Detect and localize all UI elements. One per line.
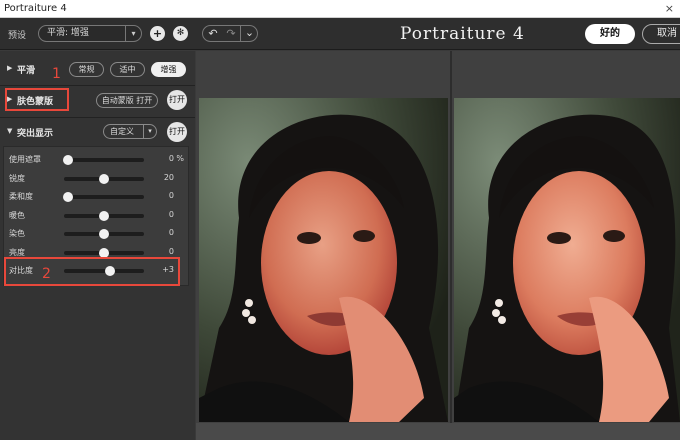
slider-value: 0 [168, 228, 174, 237]
smoothing-normal-button[interactable]: 常规 [69, 62, 104, 77]
slider-unit: % [176, 154, 184, 163]
slider-label: 染色 [9, 229, 25, 238]
preset-select-value: 平滑: 增强 [47, 28, 89, 38]
chevron-down-icon: ▾ [125, 26, 141, 41]
slider-thumb[interactable] [99, 229, 109, 239]
annotation-number: 2 [42, 266, 51, 282]
app-logo: Portraiture 4 [400, 24, 525, 44]
slider-row: 使用遮罩 0% [4, 151, 190, 169]
slider-label: 柔和度 [9, 192, 33, 201]
chevron-down-icon: ▾ [143, 125, 156, 138]
ok-button[interactable]: 好的 [585, 24, 635, 44]
add-preset-button[interactable]: + [150, 26, 165, 41]
undo-redo-group: ↶ ↷ ⌄ [202, 25, 258, 42]
window-title: Portraiture 4 [4, 3, 67, 14]
annotation-box-contrast [4, 257, 180, 286]
slider-label: 使用遮罩 [9, 155, 41, 164]
slider-track[interactable] [63, 155, 144, 165]
slider-track[interactable] [64, 210, 144, 221]
undo-icon[interactable]: ↶ [204, 27, 222, 40]
slider-track[interactable] [64, 229, 144, 239]
close-icon[interactable]: × [665, 2, 674, 15]
slider-track[interactable] [64, 173, 144, 184]
divider [0, 117, 195, 118]
slider-value: 0 [168, 191, 174, 200]
slider-row: 染色 0 [4, 225, 190, 243]
collapse-triangle-icon[interactable]: ▶ [7, 64, 12, 72]
skin-mask-toggle[interactable]: 打开 [167, 90, 187, 110]
slider-value: 0 [168, 246, 174, 256]
slider-label: 亮度 [9, 247, 25, 257]
toolbar: 预设 平滑: 增强 ▾ + ✻ ↶ ↷ ⌄ Portraiture 4 好的 取… [0, 18, 680, 50]
slider-row: 锐度 20 [4, 170, 190, 188]
preview-status-bar [196, 423, 680, 440]
smoothing-medium-button[interactable]: 适中 [110, 62, 145, 77]
expand-triangle-icon[interactable]: ▼ [7, 127, 12, 135]
enhancement-title: 突出显示 [17, 129, 54, 139]
slider-value: 20 [163, 172, 174, 182]
after-photo [454, 98, 680, 422]
slider-thumb[interactable] [99, 210, 109, 221]
slider-row: 柔和度 0 [4, 188, 190, 206]
divider [0, 85, 195, 86]
smoothing-title: 平滑 [17, 66, 36, 76]
title-bar: Portraiture 4 × [0, 0, 680, 18]
preset-label: 预设 [8, 31, 27, 41]
slider-value: 0 [168, 209, 174, 219]
cancel-button[interactable]: 取消 [642, 24, 680, 44]
slider-thumb[interactable] [63, 192, 73, 202]
split-divider[interactable] [450, 51, 452, 440]
annotation-box-skin-mask [5, 88, 69, 111]
redo-icon[interactable]: ↷ [222, 27, 240, 40]
history-chevron-icon[interactable]: ⌄ [240, 26, 258, 41]
enhancement-preset-select[interactable]: 自定义 ▾ [103, 124, 157, 139]
slider-thumb[interactable] [63, 155, 73, 165]
enhancement-toggle[interactable]: 打开 [167, 122, 187, 142]
annotation-number: 1 [52, 66, 61, 82]
slider-label: 锐度 [9, 173, 25, 183]
slider-track[interactable] [63, 192, 144, 202]
auto-mask-button[interactable]: 自动蒙版 打开 [96, 93, 158, 108]
portrait-image [454, 98, 680, 422]
before-photo [199, 98, 448, 422]
preset-select[interactable]: 平滑: 增强 ▾ [38, 25, 142, 42]
smoothing-strong-button[interactable]: 增强 [151, 62, 186, 77]
slider-row: 暖色 0 [4, 207, 190, 225]
portrait-image [199, 98, 448, 422]
slider-track[interactable] [64, 247, 144, 258]
smoothing-section: ▶ 平滑 常规 适中 增强 [0, 59, 195, 85]
enhancement-section: ▼ 突出显示 打开 [0, 120, 195, 146]
slider-thumb[interactable] [99, 247, 109, 258]
slider-value: 0 [168, 154, 174, 163]
slider-label: 暖色 [9, 210, 25, 220]
gear-icon[interactable]: ✻ [173, 26, 188, 41]
preview-area [196, 51, 680, 440]
enhancement-preset-value: 自定义 [110, 127, 134, 136]
slider-thumb[interactable] [99, 173, 109, 184]
